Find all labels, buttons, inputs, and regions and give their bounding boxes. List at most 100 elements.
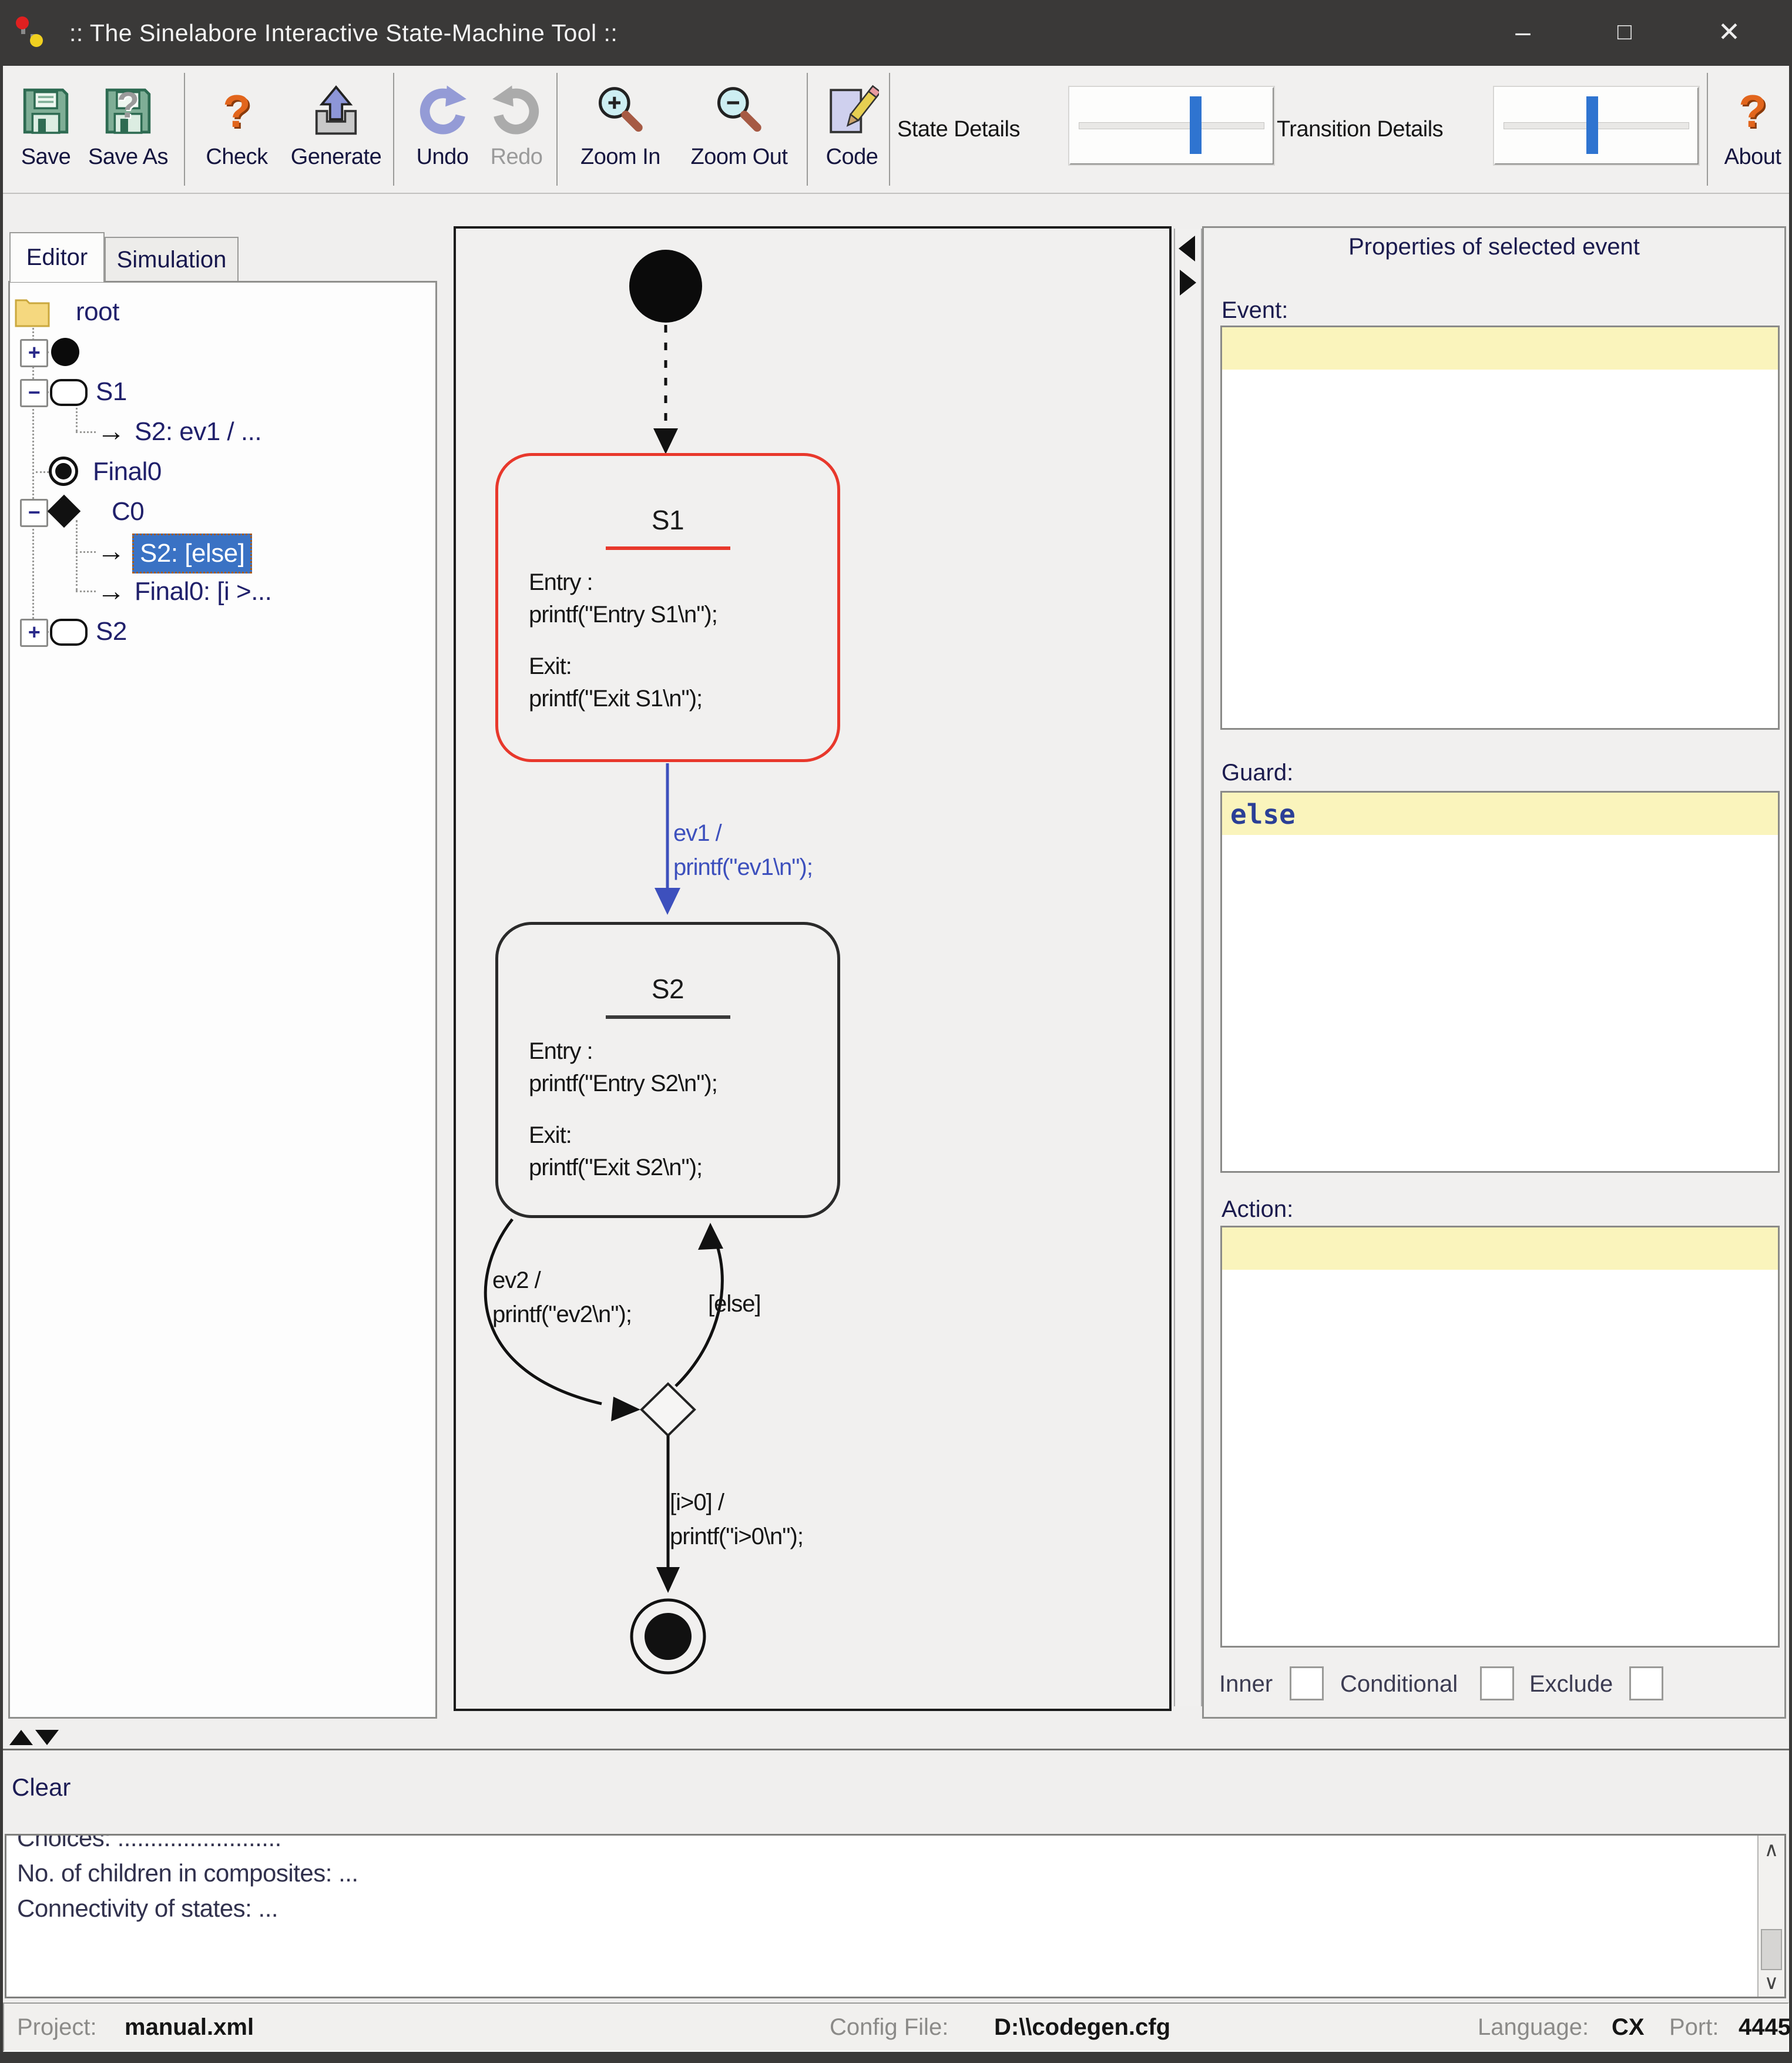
zoom-in-icon bbox=[593, 81, 647, 141]
scroll-down-icon[interactable]: ∨ bbox=[1759, 1971, 1784, 1994]
state-title: S2 bbox=[498, 973, 837, 1005]
conditional-checkbox[interactable] bbox=[1480, 1666, 1514, 1700]
event-value-row[interactable] bbox=[1222, 327, 1778, 370]
state-s2[interactable]: S2 Entry : printf("Entry S2\n"); Exit: p… bbox=[495, 922, 840, 1218]
splitter-up-button[interactable] bbox=[9, 1730, 33, 1745]
about-button[interactable]: ? About bbox=[1717, 81, 1788, 188]
tree-item-c0[interactable]: − C0 bbox=[10, 494, 433, 530]
zoom-in-button[interactable]: Zoom In bbox=[567, 81, 674, 188]
tree-item-initial[interactable]: + bbox=[10, 334, 433, 370]
app-window: :: The Sinelabore Interactive State-Mach… bbox=[0, 0, 1792, 2063]
exclude-checkbox[interactable] bbox=[1629, 1666, 1663, 1700]
transition-label-else[interactable]: [else] bbox=[708, 1287, 761, 1321]
state-actions: Entry : printf("Entry S1\n"); Exit: prin… bbox=[529, 566, 717, 715]
slider-thumb[interactable] bbox=[1586, 96, 1598, 154]
properties-title: Properties of selected event bbox=[1204, 234, 1784, 260]
generate-icon bbox=[309, 81, 363, 141]
scroll-thumb[interactable] bbox=[1761, 1929, 1782, 1970]
log-scrollbar[interactable]: ∧ ∨ bbox=[1757, 1836, 1784, 1997]
tree-item-s1-transition[interactable]: → S2: ev1 / ... bbox=[10, 414, 433, 450]
clear-button[interactable]: Clear bbox=[12, 1773, 71, 1802]
undo-button[interactable]: Undo bbox=[406, 81, 479, 188]
properties-panel: Properties of selected event Event: Guar… bbox=[1202, 226, 1786, 1719]
check-icon: ? bbox=[196, 81, 278, 141]
state-title: S1 bbox=[498, 504, 837, 536]
save-button[interactable]: Save bbox=[14, 81, 78, 188]
language-label: Language: bbox=[1478, 2004, 1589, 2051]
window-edge-right bbox=[1789, 66, 1792, 2063]
toolbar-separator bbox=[556, 73, 558, 186]
output-log[interactable]: Choices: ......................... No. o… bbox=[5, 1834, 1786, 1998]
toolbar-separator bbox=[1707, 73, 1708, 186]
tree-item-root[interactable]: root bbox=[10, 294, 433, 330]
log-lines: Choices: ......................... No. o… bbox=[17, 1834, 358, 1926]
check-button[interactable]: ? Check bbox=[196, 81, 278, 188]
transition-details-slider[interactable] bbox=[1494, 87, 1699, 165]
event-label: Event: bbox=[1221, 297, 1288, 324]
slider-thumb[interactable] bbox=[1190, 96, 1202, 154]
collapse-icon[interactable]: − bbox=[20, 379, 48, 407]
tab-simulation[interactable]: Simulation bbox=[105, 237, 239, 282]
expand-icon[interactable]: + bbox=[20, 619, 48, 647]
guard-value[interactable]: else bbox=[1230, 799, 1296, 830]
collapse-icon[interactable]: − bbox=[20, 499, 48, 527]
guard-field[interactable]: else bbox=[1220, 791, 1780, 1173]
zoom-out-button[interactable]: Zoom Out bbox=[677, 81, 801, 188]
folder-icon bbox=[15, 298, 50, 328]
tree-item-s2[interactable]: + S2 bbox=[10, 613, 433, 650]
close-button[interactable]: ✕ bbox=[1699, 0, 1760, 66]
state-details-slider[interactable] bbox=[1069, 87, 1274, 165]
transition-label-ev2[interactable]: ev2 / printf("ev2\n"); bbox=[492, 1263, 632, 1331]
log-line: Choices: ......................... bbox=[17, 1834, 358, 1856]
code-button[interactable]: Code bbox=[817, 81, 887, 188]
action-value-row[interactable] bbox=[1222, 1227, 1778, 1270]
state-s1[interactable]: S1 Entry : printf("Entry S1\n"); Exit: p… bbox=[495, 453, 840, 762]
scroll-up-icon[interactable]: ∧ bbox=[1759, 1838, 1784, 1861]
state-title-underline bbox=[606, 546, 730, 550]
redo-icon bbox=[489, 81, 543, 141]
state-title-underline bbox=[606, 1015, 730, 1019]
expand-icon[interactable]: + bbox=[20, 339, 48, 367]
splitter-down-button[interactable] bbox=[35, 1730, 59, 1745]
code-icon bbox=[825, 81, 879, 141]
tab-editor[interactable]: Editor bbox=[9, 232, 105, 282]
minimize-button[interactable]: – bbox=[1492, 0, 1553, 66]
transition-arrow-icon: → bbox=[97, 573, 125, 610]
transition-details-label: Transition Details bbox=[1277, 66, 1443, 193]
guard-label: Guard: bbox=[1221, 760, 1293, 786]
redo-button[interactable]: Redo bbox=[481, 81, 552, 188]
toolbar-separator bbox=[889, 73, 890, 186]
window-title: :: The Sinelabore Interactive State-Mach… bbox=[69, 0, 618, 66]
project-label: Project: bbox=[17, 2004, 97, 2051]
guard-value-row[interactable] bbox=[1222, 793, 1778, 835]
collapse-right-icon[interactable] bbox=[1180, 270, 1196, 296]
status-bar: Project: manual.xml Config File: D:\\cod… bbox=[3, 2002, 1789, 2052]
log-line: No. of children in composites: ... bbox=[17, 1856, 358, 1891]
tree-item-s1[interactable]: − S1 bbox=[10, 374, 433, 410]
project-value: manual.xml bbox=[125, 2004, 254, 2051]
generate-button[interactable]: Generate bbox=[280, 81, 392, 188]
choice-icon bbox=[48, 495, 81, 528]
inner-checkbox[interactable] bbox=[1290, 1666, 1324, 1700]
action-field[interactable] bbox=[1220, 1226, 1780, 1648]
tree-item-c0-transition-else[interactable]: → S2: [else] bbox=[10, 534, 433, 570]
slider-groove bbox=[1079, 122, 1264, 129]
transition-arrow-icon: → bbox=[97, 414, 125, 450]
panel-splitter[interactable] bbox=[1174, 229, 1202, 1706]
log-line: Connectivity of states: ... bbox=[17, 1891, 358, 1926]
event-field[interactable] bbox=[1220, 326, 1780, 730]
choice-node bbox=[642, 1384, 694, 1435]
tree-item-c0-transition-i[interactable]: → Final0: [i >... bbox=[10, 573, 433, 610]
port-value: 4445 bbox=[1739, 2004, 1791, 2051]
diagram-canvas[interactable]: S1 Entry : printf("Entry S1\n"); Exit: p… bbox=[454, 226, 1172, 1711]
transition-label-ev1[interactable]: ev1 / printf("ev1\n"); bbox=[673, 816, 813, 884]
collapse-left-icon[interactable] bbox=[1179, 236, 1195, 261]
undo-icon bbox=[415, 81, 469, 141]
toolbar: Save ? Save As ? Check bbox=[3, 66, 1789, 194]
tree-item-final0[interactable]: Final0 bbox=[10, 454, 433, 490]
app-icon bbox=[13, 14, 51, 52]
maximize-button[interactable]: □ bbox=[1594, 0, 1655, 66]
language-value: CX bbox=[1612, 2004, 1645, 2051]
transition-label-i0[interactable]: [i>0] / printf("i>0\n"); bbox=[670, 1485, 803, 1554]
save-as-button[interactable]: ? Save As bbox=[81, 81, 175, 188]
